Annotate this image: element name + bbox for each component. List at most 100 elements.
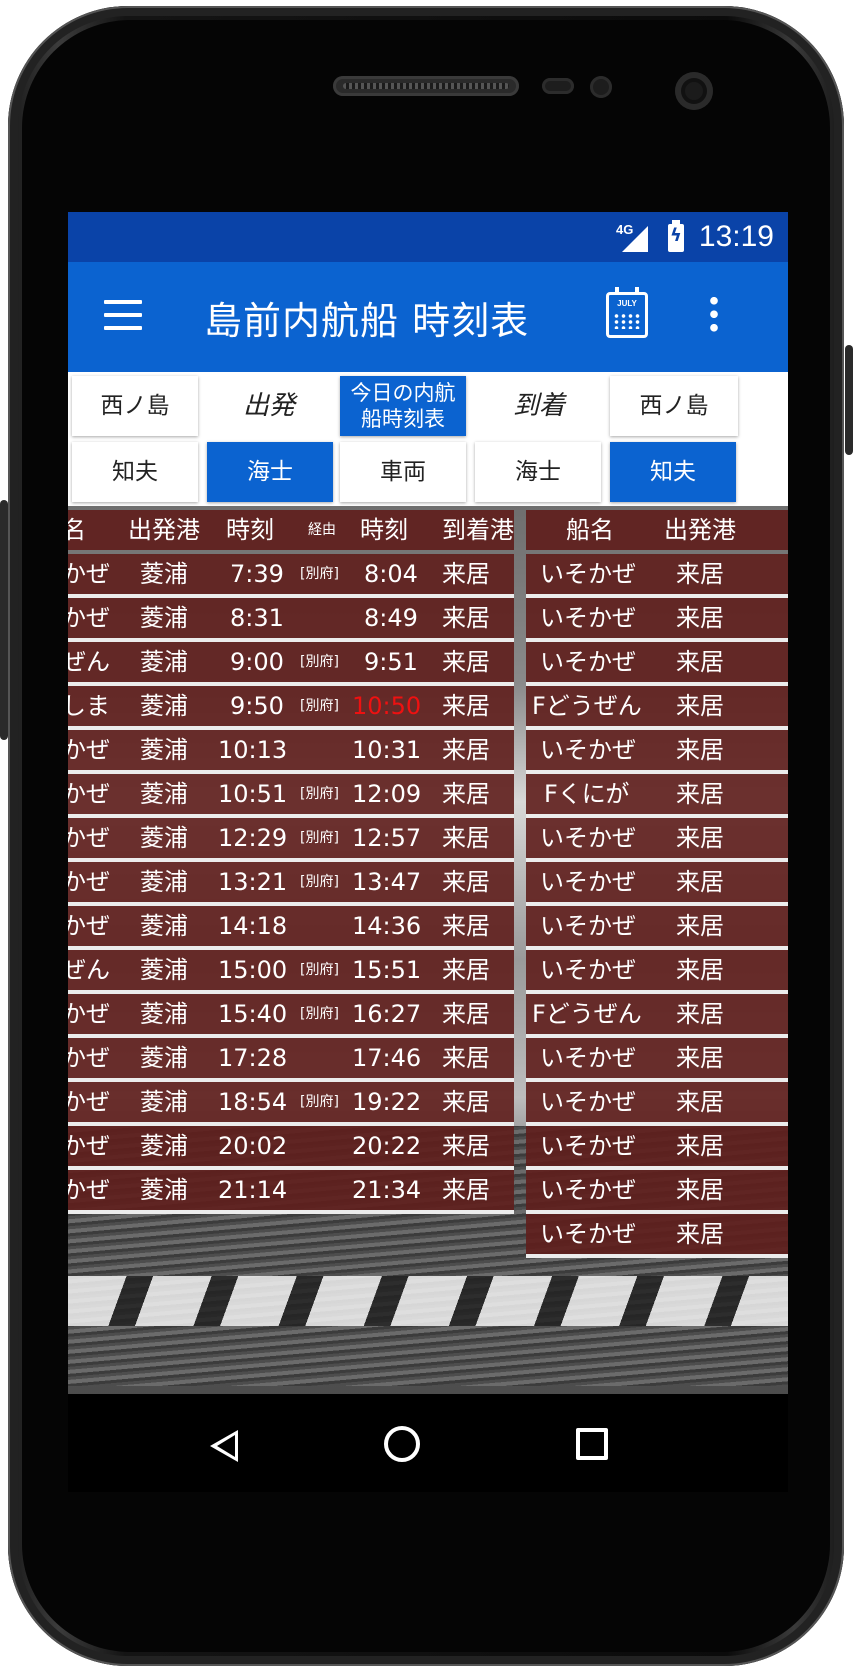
- departure-port-cell: 菱浦: [140, 604, 188, 632]
- arrival-port-cell: 来居: [442, 604, 490, 632]
- table-row[interactable]: いそかぜ 来居: [526, 1170, 788, 1214]
- table-row[interactable]: かぜ 菱浦 17:28 17:46 来居: [68, 1038, 514, 1082]
- departure-label: 出発: [204, 376, 334, 436]
- departure-port-cell: 来居: [676, 868, 724, 896]
- table-row[interactable]: しま 菱浦 9:50 [別府] 10:50 来居: [68, 686, 514, 730]
- table-row[interactable]: いそかぜ 来居: [526, 642, 788, 686]
- ship-name-cell: かぜ: [68, 1176, 110, 1204]
- arrival-time-cell: 12:57: [352, 824, 422, 852]
- arrival-time-cell: 17:46: [352, 1044, 422, 1072]
- from-port-button[interactable]: 西ノ島: [72, 376, 198, 436]
- back-triangle-icon[interactable]: [210, 1430, 238, 1462]
- power-button: [845, 345, 853, 455]
- ship-name-cell: いそかぜ: [540, 736, 636, 764]
- page-title: 島前内航船 時刻表: [204, 299, 530, 343]
- to-port-button[interactable]: 西ノ島: [610, 376, 738, 436]
- battery-charging-icon: ϟ: [668, 220, 684, 252]
- table-row[interactable]: いそかぜ 来居: [526, 906, 788, 950]
- arrival-time-cell: 16:27: [352, 1000, 422, 1028]
- table-row[interactable]: Fくにが 来居: [526, 774, 788, 818]
- ship-name-cell: Fどうぜん: [532, 1000, 642, 1028]
- table-row[interactable]: ぜん 菱浦 9:00 [別府] 9:51 来居: [68, 642, 514, 686]
- pier-stripes-background: [68, 1276, 788, 1326]
- ship-name-cell: いそかぜ: [540, 1220, 636, 1248]
- table-row[interactable]: かぜ 菱浦 15:40 [別府] 16:27 来居: [68, 994, 514, 1038]
- table-row[interactable]: ぜん 菱浦 15:00 [別府] 15:51 来居: [68, 950, 514, 994]
- via-cell: [別府]: [300, 830, 339, 846]
- arrival-option-ama[interactable]: 海士: [475, 442, 601, 502]
- arrival-time-cell: 9:51: [364, 648, 418, 676]
- table-row[interactable]: いそかぜ 来居: [526, 862, 788, 906]
- table-row[interactable]: かぜ 菱浦 20:02 20:22 来居: [68, 1126, 514, 1170]
- ship-name-cell: かぜ: [68, 1000, 110, 1028]
- arrival-port-cell: 来居: [442, 1088, 490, 1116]
- departure-port-cell: 菱浦: [140, 692, 188, 720]
- ship-name-cell: かぜ: [68, 1044, 110, 1072]
- arrival-port-cell: 来居: [442, 956, 490, 984]
- table-row[interactable]: いそかぜ 来居: [526, 1214, 788, 1258]
- calendar-icon[interactable]: JULY: [606, 287, 648, 338]
- departure-port-cell: 菱浦: [140, 648, 188, 676]
- table-row[interactable]: かぜ 菱浦 12:29 [別府] 12:57 来居: [68, 818, 514, 862]
- table-row[interactable]: かぜ 菱浦 7:39 [別府] 8:04 来居: [68, 554, 514, 598]
- ship-name-cell: いそかぜ: [540, 912, 636, 940]
- departure-port-cell: 菱浦: [140, 824, 188, 852]
- table-row[interactable]: いそかぜ 来居: [526, 730, 788, 774]
- via-cell: [別府]: [300, 786, 339, 802]
- table-row[interactable]: いそかぜ 来居: [526, 1038, 788, 1082]
- ship-name-cell: ぜん: [68, 648, 110, 676]
- departure-time-cell: 18:54: [218, 1088, 288, 1116]
- today-timetable-button[interactable]: 今日の内航 船時刻表: [340, 376, 466, 436]
- arrival-time-cell: 20:22: [352, 1132, 422, 1160]
- departure-option-ama[interactable]: 海士: [207, 442, 333, 502]
- ship-name-cell: かぜ: [68, 604, 110, 632]
- column-header: 時刻: [360, 516, 408, 544]
- via-cell: [別府]: [300, 874, 339, 890]
- table-row[interactable]: いそかぜ 来居: [526, 598, 788, 642]
- earpiece-speaker: [333, 76, 519, 96]
- more-vertical-icon[interactable]: [710, 294, 718, 334]
- recent-square-icon[interactable]: [576, 1428, 608, 1460]
- arrival-time-cell: 15:51: [352, 956, 422, 984]
- table-row[interactable]: かぜ 菱浦 14:18 14:36 来居: [68, 906, 514, 950]
- departure-port-cell: 来居: [676, 604, 724, 632]
- table-row[interactable]: Fどうぜん 来居: [526, 686, 788, 730]
- via-cell: [別府]: [300, 698, 339, 714]
- ship-name-cell: しま: [68, 692, 110, 720]
- departure-time-cell: 15:40: [218, 1000, 288, 1028]
- table-row[interactable]: いそかぜ 来居: [526, 1082, 788, 1126]
- departure-port-cell: 菱浦: [140, 736, 188, 764]
- departure-option-chibu[interactable]: 知夫: [72, 442, 198, 502]
- table-row[interactable]: かぜ 菱浦 8:31 8:49 来居: [68, 598, 514, 642]
- table-row[interactable]: かぜ 菱浦 10:51 [別府] 12:09 来居: [68, 774, 514, 818]
- via-cell: [別府]: [300, 962, 339, 978]
- departure-port-cell: 来居: [676, 912, 724, 940]
- table-row[interactable]: かぜ 菱浦 13:21 [別府] 13:47 来居: [68, 862, 514, 906]
- table-row[interactable]: いそかぜ 来居: [526, 818, 788, 862]
- ship-name-cell: いそかぜ: [540, 1088, 636, 1116]
- hamburger-menu-icon[interactable]: [104, 300, 142, 330]
- table-row[interactable]: かぜ 菱浦 10:13 10:31 来居: [68, 730, 514, 774]
- table-row[interactable]: かぜ 菱浦 21:14 21:34 来居: [68, 1170, 514, 1214]
- home-circle-icon[interactable]: [384, 1426, 420, 1462]
- ship-name-cell: いそかぜ: [540, 648, 636, 676]
- arrival-label: 到着: [474, 376, 604, 436]
- table-row[interactable]: いそかぜ 来居: [526, 554, 788, 598]
- table-row[interactable]: かぜ 菱浦 18:54 [別府] 19:22 来居: [68, 1082, 514, 1126]
- departure-time-cell: 9:50: [230, 692, 284, 720]
- arrival-option-chibu[interactable]: 知夫: [610, 442, 736, 502]
- departure-port-cell: 菱浦: [140, 1000, 188, 1028]
- table-row[interactable]: Fどうぜん 来居: [526, 994, 788, 1038]
- table-row[interactable]: いそかぜ 来居: [526, 1126, 788, 1170]
- table-header-row: 名出発港 時刻 経由 時刻 到着港: [68, 510, 514, 550]
- vehicle-option[interactable]: 車両: [340, 442, 466, 502]
- column-header: 出発港: [664, 516, 736, 544]
- ship-name-cell: かぜ: [68, 780, 110, 808]
- status-bar: 4G ϟ 13:19: [68, 212, 788, 262]
- departure-port-cell: 来居: [676, 956, 724, 984]
- departure-time-cell: 8:31: [230, 604, 284, 632]
- screen: 4G ϟ 13:19 島前内航船 時刻表 JULY 西ノ島 出発 今日の内航 船…: [68, 212, 788, 1492]
- light-sensor: [590, 76, 612, 98]
- departure-time-cell: 7:39: [230, 560, 284, 588]
- table-row[interactable]: いそかぜ 来居: [526, 950, 788, 994]
